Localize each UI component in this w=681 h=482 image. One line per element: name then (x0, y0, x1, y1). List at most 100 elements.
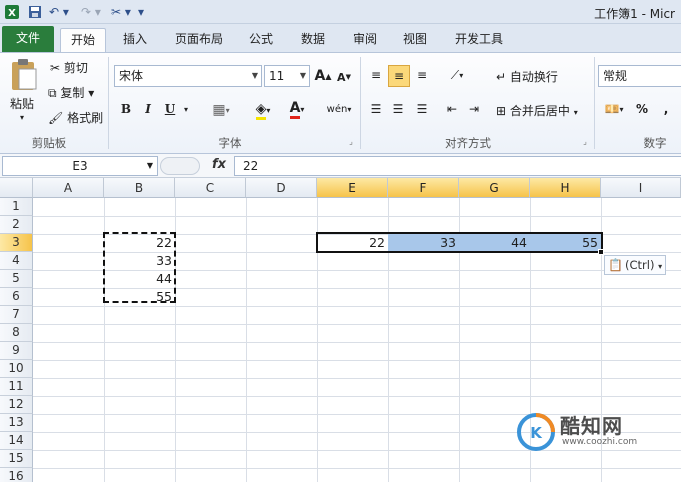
column-header-e[interactable]: E (317, 178, 388, 198)
copy-button[interactable]: ⧉ 复制 ▾ (48, 84, 94, 101)
alignment-group-label: 对齐方式 (445, 136, 491, 150)
worksheet-grid[interactable]: A B C D E F G H I 1 2 3 4 5 6 7 8 9 10 1… (0, 178, 681, 482)
row-header[interactable]: 15 (0, 450, 33, 468)
font-name-select[interactable]: 宋体 ▼ (114, 65, 262, 87)
gridline (33, 342, 681, 343)
italic-button[interactable]: I (140, 99, 156, 119)
font-color-button[interactable]: A ▾ (282, 99, 312, 119)
align-left-icon[interactable]: ☰ (366, 99, 386, 119)
row-header[interactable]: 2 (0, 216, 33, 234)
decrease-indent-icon[interactable]: ⇤ (442, 99, 462, 119)
align-bottom-icon[interactable]: ≡ (412, 65, 432, 85)
format-painter-button[interactable]: 🖌 格式刷 (48, 109, 103, 126)
column-header-f[interactable]: F (388, 178, 459, 198)
increase-font-icon: A (314, 68, 326, 84)
gridline (33, 468, 681, 469)
ribbon: 粘贴 ▾ ✂ 剪切 ⧉ 复制 ▾ 🖌 格式刷 剪贴板 宋体 ▼ 11 ▼ A ▲ A ▼… (0, 52, 681, 154)
customize-toolbar-icon[interactable]: ▾ (136, 3, 146, 21)
insert-function-icon[interactable]: fx (212, 157, 226, 172)
underline-button[interactable]: U (162, 99, 178, 119)
ribbon-tabs: 文件 开始 插入 页面布局 公式 数据 审阅 视图 开发工具 (0, 24, 681, 52)
column-header-h[interactable]: H (530, 178, 601, 198)
column-header-c[interactable]: C (175, 178, 246, 198)
decrease-font-button[interactable]: A ▼ (336, 68, 352, 86)
tab-view[interactable]: 视图 (392, 28, 438, 52)
font-color-icon: A (289, 100, 301, 119)
row-header[interactable]: 5 (0, 270, 33, 288)
increase-font-button[interactable]: A ▲ (314, 66, 332, 86)
align-top-icon[interactable]: ≡ (366, 65, 386, 85)
tab-file[interactable]: 文件 (2, 26, 54, 52)
undo-icon[interactable]: ↶ ▾ (48, 3, 70, 21)
format-painter-icon: 🖌 (48, 111, 64, 125)
redo-icon[interactable]: ↷ ▾ (80, 3, 102, 21)
formula-input[interactable]: 22 (234, 156, 681, 176)
border-button[interactable]: ▦ ▾ (206, 100, 236, 120)
row-header[interactable]: 13 (0, 414, 33, 432)
align-center-icon[interactable]: ☰ (388, 99, 408, 119)
merge-center-icon: ⊞ (496, 104, 507, 118)
column-header-i[interactable]: I (601, 178, 681, 198)
row-header[interactable]: 16 (0, 468, 33, 482)
paste-options-button[interactable]: 📋 (Ctrl) ▾ (604, 255, 666, 275)
cut-button[interactable]: ✂ 剪切 (50, 59, 88, 76)
save-icon[interactable] (26, 3, 44, 21)
align-right-icon[interactable]: ☰ (412, 99, 432, 119)
row-header[interactable]: 11 (0, 378, 33, 396)
copy-marquee (103, 232, 176, 303)
tab-review[interactable]: 审阅 (342, 28, 388, 52)
increase-indent-icon[interactable]: ⇥ (464, 99, 484, 119)
row-header[interactable]: 10 (0, 360, 33, 378)
row-header[interactable]: 4 (0, 252, 33, 270)
separator (594, 57, 595, 149)
chevron-down-icon: ▼ (146, 161, 153, 170)
clipboard-icon: 📋 (608, 258, 623, 272)
watermark: K 酷知网 www.coozhi.com (516, 406, 666, 456)
row-header[interactable]: 9 (0, 342, 33, 360)
tools-icon[interactable]: ✂ ▾ (110, 3, 132, 21)
row-header[interactable]: 6 (0, 288, 33, 306)
merge-center-button[interactable]: ⊞ 合并后居中 ▾ (496, 102, 578, 119)
column-header-a[interactable]: A (33, 178, 104, 198)
currency-format-button[interactable]: 💴 ▾ (600, 99, 628, 119)
orientation-icon[interactable]: ⟋ ▾ (444, 65, 470, 85)
merge-center-label: 合并后居中 (509, 104, 570, 118)
name-box[interactable]: E3 ▼ (2, 156, 158, 176)
row-header[interactable]: 3 (0, 234, 33, 252)
row-header[interactable]: 14 (0, 432, 33, 450)
row-header[interactable]: 8 (0, 324, 33, 342)
tab-data[interactable]: 数据 (290, 28, 336, 52)
font-size-select[interactable]: 11 ▼ (264, 65, 310, 87)
percent-style-button[interactable]: % (632, 99, 652, 119)
phonetic-button[interactable]: wén ▾ (324, 99, 354, 119)
row-header[interactable]: 12 (0, 396, 33, 414)
tab-page-layout[interactable]: 页面布局 (166, 28, 232, 52)
watermark-url: www.coozhi.com (562, 437, 638, 447)
wrap-text-button[interactable]: ↵ 自动换行 (496, 68, 558, 85)
paste-button[interactable]: 粘贴 (10, 95, 34, 112)
paste-icon[interactable] (6, 57, 42, 93)
align-middle-icon[interactable]: ≡ (388, 65, 410, 87)
fill-color-button[interactable]: ◈ ▾ (248, 100, 278, 120)
wrap-text-icon: ↵ (496, 70, 507, 84)
currency-icon: 💴 (604, 102, 620, 116)
tab-insert[interactable]: 插入 (112, 28, 158, 52)
tab-formulas[interactable]: 公式 (238, 28, 284, 52)
tab-developer[interactable]: 开发工具 (446, 28, 512, 52)
row-header[interactable]: 7 (0, 306, 33, 324)
column-header-b[interactable]: B (104, 178, 175, 198)
tab-home[interactable]: 开始 (60, 28, 106, 52)
excel-logo-icon: X (3, 3, 21, 21)
column-header-g[interactable]: G (459, 178, 530, 198)
alignment-dialog-launcher-icon[interactable]: ⌟ (580, 135, 590, 147)
font-dialog-launcher-icon[interactable]: ⌟ (346, 135, 356, 147)
row-header[interactable]: 1 (0, 198, 33, 216)
formula-bar-resize-handle[interactable] (160, 157, 200, 175)
paste-dropdown-icon[interactable]: ▾ (20, 113, 24, 122)
comma-style-icon[interactable]: , (656, 99, 676, 119)
number-format-select[interactable]: 常规 (598, 65, 681, 87)
column-header-d[interactable]: D (246, 178, 317, 198)
bold-button[interactable]: B (118, 99, 134, 119)
select-all-corner[interactable] (0, 178, 33, 198)
underline-dropdown-icon[interactable]: ▾ (180, 99, 192, 119)
